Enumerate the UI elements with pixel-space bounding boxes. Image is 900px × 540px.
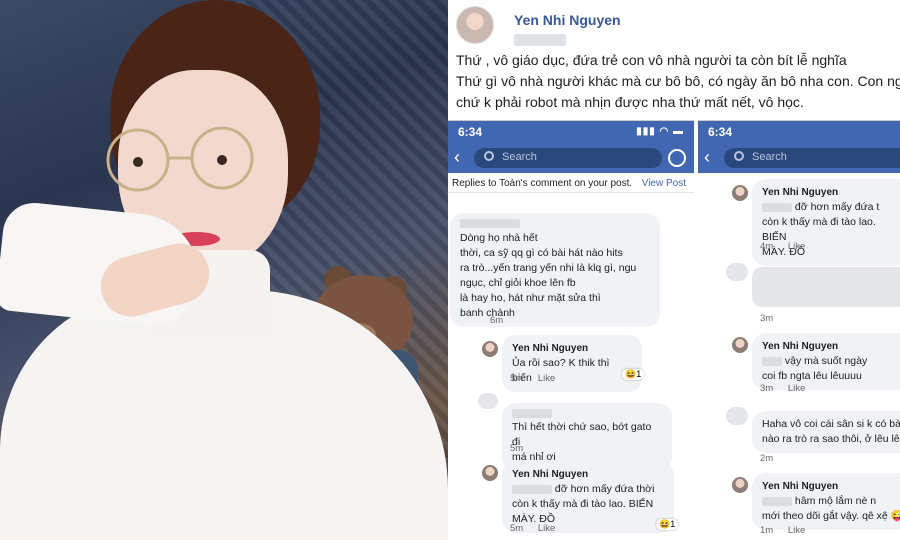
comment-meta: 3m Like bbox=[760, 383, 805, 394]
comment-bubble: Yen Nhi Nguyen hâm mộ lắm nè n mới theo … bbox=[752, 473, 900, 530]
commenter-name[interactable]: Yen Nhi Nguyen bbox=[512, 467, 664, 482]
comment-bubble: Yen Nhi Nguyen vậy mà suốt ngày coi fb n… bbox=[752, 333, 900, 390]
redacted-text bbox=[762, 356, 782, 366]
redacted-avatar bbox=[726, 263, 748, 281]
redacted-avatar bbox=[478, 393, 498, 409]
comment-bubble: Dòng họ nhà hết thời, ca sỹ qq gì có bài… bbox=[450, 213, 660, 327]
comment-meta: 1m Like bbox=[760, 525, 805, 536]
redacted-text bbox=[762, 202, 792, 212]
status-bar: 6:34 ▮▮▮ ◠ ▬ bbox=[448, 121, 694, 143]
comment-line: thời, ca sỹ qq gì có bài hát nào hits bbox=[460, 247, 623, 259]
commenter-avatar[interactable] bbox=[732, 185, 748, 201]
commenter-name[interactable]: Yen Nhi Nguyen bbox=[512, 341, 632, 356]
comment-time: 2m bbox=[760, 453, 774, 464]
comment-line: là hay ho, hát như mặt sửa thì bbox=[460, 292, 601, 304]
selfie-photo bbox=[0, 0, 448, 540]
comment-bubble: Yen Nhi Nguyen đỡ hơn mấy đứa t còn k th… bbox=[752, 179, 900, 266]
search-placeholder: Search bbox=[752, 151, 787, 163]
comment-line: Haha vô coi cái sân si k có bà bbox=[762, 418, 900, 430]
search-input[interactable]: Search bbox=[474, 148, 662, 168]
comment-line: ngục, chỉ giỏi khoe lên fb bbox=[460, 277, 576, 289]
comment-line: vậy mà suốt ngày bbox=[784, 355, 868, 367]
commenter-name[interactable]: Yen Nhi Nguyen bbox=[762, 185, 900, 200]
like-button[interactable]: Like bbox=[538, 523, 555, 534]
messenger-icon[interactable] bbox=[668, 149, 686, 167]
comment-line: Thì hết thời chứ sao, bớt gato đi bbox=[512, 421, 652, 448]
commenter-avatar[interactable] bbox=[482, 341, 498, 357]
comment-line: coi fb ngta lêu lêuuuu bbox=[762, 370, 862, 382]
comment-time: 5m bbox=[510, 443, 524, 454]
replies-text: Replies to Toàn's comment on your post. bbox=[452, 178, 633, 189]
commenter-avatar[interactable] bbox=[732, 337, 748, 353]
like-button[interactable]: Like bbox=[538, 373, 555, 384]
comment-line: đỡ hơn mấy đứa thời bbox=[554, 483, 655, 495]
comment-line: nào ra trò ra sao thôi, ở lêu lê bbox=[762, 433, 900, 445]
signal-battery-icon: ▮▮▮ ◠ ▬ bbox=[636, 126, 684, 137]
search-input[interactable]: Search bbox=[724, 148, 900, 168]
commenter-avatar[interactable] bbox=[732, 477, 748, 493]
redacted-name bbox=[460, 219, 520, 228]
search-bar: ‹ Search bbox=[698, 143, 900, 173]
post-text: Thứ , vô giáo dục, đứa trẻ con vô nhà ng… bbox=[456, 50, 900, 113]
comment-line: đỡ hơn mấy đứa t bbox=[794, 201, 880, 213]
status-time: 6:34 bbox=[458, 125, 483, 139]
comment-meta: 5m Like bbox=[510, 523, 555, 534]
post-line: Thứ gì vô nhà người khác mà cư bô bô, có… bbox=[456, 73, 900, 89]
reaction-count[interactable]: 😆1 bbox=[622, 369, 645, 380]
author-name[interactable]: Yen Nhi Nguyen bbox=[514, 12, 621, 28]
reaction-count[interactable]: 😆1 bbox=[656, 519, 679, 530]
comment-time: 1m bbox=[760, 525, 774, 536]
phone-screenshot-right: 6:34 ‹ Search Yen Nhi Nguyen đỡ hơn mấy … bbox=[698, 120, 900, 540]
commenter-avatar[interactable] bbox=[482, 465, 498, 481]
search-bar: ‹ Search bbox=[448, 143, 694, 173]
like-button[interactable]: Like bbox=[788, 383, 805, 394]
search-icon bbox=[734, 151, 744, 161]
replies-header: Replies to Toàn's comment on your post. … bbox=[448, 173, 694, 193]
author-avatar[interactable] bbox=[456, 6, 494, 44]
comment-meta: 4m Like bbox=[760, 241, 805, 252]
redacted-name bbox=[512, 409, 552, 418]
comment-time: 3m bbox=[760, 383, 774, 394]
comment-meta: 5m Like bbox=[510, 373, 555, 384]
post-timestamp-redacted bbox=[514, 34, 566, 46]
back-arrow-icon[interactable]: ‹ bbox=[704, 147, 710, 167]
post-line: chứ k phải robot mà nhịn được nha thứ mấ… bbox=[456, 94, 804, 110]
comment-line: ra trò...yến trang yến nhi là klq gì, ng… bbox=[460, 262, 637, 274]
commenter-name[interactable]: Yen Nhi Nguyen bbox=[762, 479, 900, 494]
post-line: Thứ , vô giáo dục, đứa trẻ con vô nhà ng… bbox=[456, 52, 847, 68]
redacted-avatar bbox=[726, 407, 748, 425]
search-placeholder: Search bbox=[502, 151, 537, 163]
redacted-text bbox=[512, 484, 552, 494]
redacted-comment bbox=[752, 267, 900, 307]
comment-line: hâm mộ lắm nè n bbox=[794, 495, 877, 507]
comment-time: 5m bbox=[510, 523, 524, 534]
comment-line: Dòng họ nhà hết bbox=[460, 232, 538, 244]
commenter-name[interactable]: Yen Nhi Nguyen bbox=[762, 339, 900, 354]
glasses bbox=[106, 126, 254, 192]
view-post-link[interactable]: View Post bbox=[642, 178, 686, 189]
like-button[interactable]: Like bbox=[788, 241, 805, 252]
comment-bubble: Haha vô coi cái sân si k có bà nào ra tr… bbox=[752, 411, 900, 453]
status-time: 6:34 bbox=[708, 125, 733, 139]
comment-time: 3m bbox=[760, 313, 774, 324]
redacted-text bbox=[762, 496, 792, 506]
comment-line: banh chành bbox=[460, 307, 515, 319]
phone-screenshot-left: 6:34 ▮▮▮ ◠ ▬ ‹ Search Replies to Toàn's … bbox=[448, 120, 694, 540]
comment-time: 5m bbox=[510, 373, 524, 384]
search-icon bbox=[484, 151, 494, 161]
comment-line: còn k thấy mà đi tào lao. BIẾN bbox=[512, 498, 654, 510]
comment-line: mới theo dõi gắt vậy. qê xệ 😜 bbox=[762, 510, 900, 522]
comment-time: 4m bbox=[760, 241, 774, 252]
comment-time: 6m bbox=[490, 315, 504, 326]
like-button[interactable]: Like bbox=[788, 525, 805, 536]
back-arrow-icon[interactable]: ‹ bbox=[454, 147, 460, 167]
status-bar: 6:34 bbox=[698, 121, 900, 143]
